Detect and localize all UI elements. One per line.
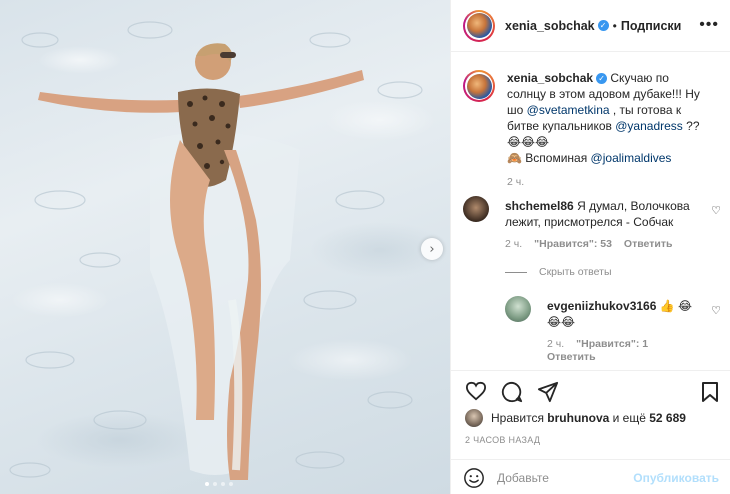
reply-button[interactable]: Ответить: [547, 351, 648, 363]
comments-section: xenia_sobchak ✓ Скучаю по солнцу в этом а…: [451, 62, 730, 370]
more-icon[interactable]: •••: [699, 16, 719, 34]
mention-link[interactable]: @svetametkina: [527, 103, 610, 117]
reply-button[interactable]: Ответить: [624, 238, 673, 250]
hide-replies-label: Скрыть ответы: [539, 266, 612, 278]
follow-status-button[interactable]: Подписки: [621, 19, 682, 33]
action-icons: [465, 381, 559, 403]
caption-username[interactable]: xenia_sobchak: [507, 71, 593, 85]
author-avatar[interactable]: [463, 9, 495, 42]
comment-likes[interactable]: "Нравится": 53: [534, 238, 612, 250]
mention-link[interactable]: @joalimaldives: [591, 151, 672, 165]
caption-avatar[interactable]: [463, 70, 495, 102]
comment-text: shchemel86 Я думал, Волочкова лежит, при…: [505, 198, 705, 230]
bookmark-icon[interactable]: [701, 381, 719, 403]
post-header: xenia_sobchak ✓ • Подписки •••: [451, 0, 730, 52]
next-photo-button[interactable]: ›: [421, 238, 443, 260]
likes-summary[interactable]: Нравится bruhunova и ещё 52 689: [465, 409, 686, 427]
caption-text-4: 🙈 Вспоминая: [507, 151, 588, 165]
add-comment-bar: Опубликовать: [451, 459, 730, 494]
heart-icon[interactable]: [465, 381, 487, 401]
separator-dot: •: [612, 18, 617, 33]
post-timestamp[interactable]: 2 ЧАСОВ НАЗАД: [465, 435, 540, 445]
carousel-dot: [213, 482, 217, 486]
reply-text: evgeniizhukov3166 👍 😂😂😂: [547, 298, 697, 330]
caption: xenia_sobchak ✓ Скучаю по солнцу в этом а…: [463, 70, 719, 190]
carousel-dot: [221, 482, 225, 486]
mention-link[interactable]: @yanadress: [615, 119, 683, 133]
caption-text: xenia_sobchak ✓ Скучаю по солнцу в этом а…: [507, 70, 707, 190]
emoji-icon[interactable]: [463, 467, 485, 489]
reply-item: evgeniizhukov3166 👍 😂😂😂 ♡ 2 ч. "Нравится…: [505, 296, 723, 366]
heart-icon[interactable]: ♡: [711, 304, 721, 317]
likes-count[interactable]: 52 689: [649, 411, 686, 425]
reply-avatar[interactable]: [505, 296, 531, 322]
caption-time: 2 ч.: [507, 176, 525, 188]
carousel-dot: [205, 482, 209, 486]
carousel-dots: [205, 482, 233, 486]
publish-button[interactable]: Опубликовать: [633, 471, 719, 485]
divider-line: [505, 271, 527, 273]
chevron-right-icon: ›: [429, 241, 435, 257]
likes-suffix: и ещё: [612, 411, 646, 425]
comment-input[interactable]: [497, 470, 627, 485]
reply-meta: 2 ч. "Нравится": 1 Ответить: [547, 338, 648, 363]
comment-icon[interactable]: [501, 381, 523, 403]
hide-replies-button[interactable]: Скрыть ответы: [505, 266, 612, 278]
comment-username[interactable]: shchemel86: [505, 199, 574, 213]
liker-username[interactable]: bruhunova: [547, 411, 609, 425]
verified-icon: ✓: [596, 73, 608, 85]
post-sidebar: xenia_sobchak ✓ • Подписки ••• xenia_sob…: [450, 0, 730, 494]
instagram-post: › xenia_sobchak ✓ • Подписки ••• xenia_s…: [0, 0, 730, 494]
woman-in-sand-figure: [9, 21, 423, 480]
comment-meta: 2 ч. "Нравится": 53 Ответить: [505, 238, 672, 250]
liker-avatar: [465, 409, 483, 427]
verified-icon: ✓: [597, 20, 609, 31]
comment-avatar[interactable]: [463, 196, 489, 222]
likes-prefix: Нравится: [491, 411, 544, 425]
comment-item: shchemel86 Я думал, Волочкова лежит, при…: [463, 196, 723, 296]
author-username[interactable]: xenia_sobchak: [505, 19, 595, 33]
share-icon[interactable]: [537, 381, 559, 403]
actions-section: Нравится bruhunova и ещё 52 689 2 ЧАСОВ …: [451, 370, 730, 494]
reply-username[interactable]: evgeniizhukov3166: [547, 299, 656, 313]
carousel-dot: [229, 482, 233, 486]
reply-likes[interactable]: "Нравится": 1: [576, 338, 648, 350]
comment-time: 2 ч.: [505, 238, 523, 250]
reply-time: 2 ч.: [547, 338, 565, 350]
heart-icon[interactable]: ♡: [711, 204, 721, 217]
post-photo[interactable]: ›: [0, 0, 450, 494]
